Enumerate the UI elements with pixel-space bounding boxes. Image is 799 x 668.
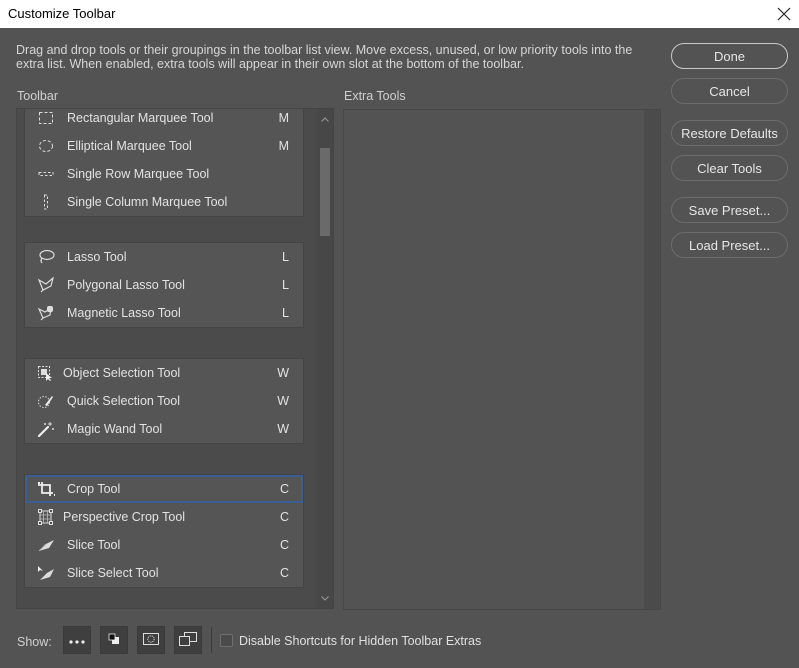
disable-shortcuts-label[interactable]: Disable Shortcuts for Hidden Toolbar Ext…: [239, 634, 481, 648]
tool-name: Single Column Marquee Tool: [67, 195, 228, 209]
tool-row-slice-select[interactable]: Slice Select Tool C: [25, 559, 303, 587]
tool-group-lasso[interactable]: Lasso Tool L Polygonal Lasso Tool L Magn…: [24, 242, 304, 328]
tool-row-lasso[interactable]: Lasso Tool L: [25, 243, 303, 271]
tool-shortcut: C: [279, 510, 289, 524]
toolbar-list[interactable]: Rectangular Marquee Tool M Elliptical Ma…: [16, 108, 334, 609]
perspective-crop-icon: [37, 509, 55, 525]
slice-icon: [37, 537, 55, 553]
tool-row-magic-wand[interactable]: Magic Wand Tool W: [25, 415, 303, 443]
tool-name: Polygonal Lasso Tool: [67, 278, 185, 292]
tool-name: Slice Tool: [67, 538, 121, 552]
tool-row-polygonal-lasso[interactable]: Polygonal Lasso Tool L: [25, 271, 303, 299]
tool-row-single-column-marquee[interactable]: Single Column Marquee Tool: [25, 188, 303, 216]
tool-name: Quick Selection Tool: [67, 394, 181, 408]
tool-row-quick-selection[interactable]: Quick Selection Tool W: [25, 387, 303, 415]
tool-shortcut: M: [278, 139, 289, 153]
tool-shortcut: W: [277, 394, 289, 408]
tool-name: Object Selection Tool: [63, 366, 181, 380]
tool-shortcut: W: [277, 366, 289, 380]
tool-row-magnetic-lasso[interactable]: Magnetic Lasso Tool L: [25, 299, 303, 327]
crop-icon: [37, 481, 55, 497]
toolbar-list-label: Toolbar: [17, 89, 58, 103]
toolbar-list-content: Rectangular Marquee Tool M Elliptical Ma…: [17, 109, 317, 608]
tool-name: Slice Select Tool: [67, 566, 159, 580]
screen-mode-icon: [179, 631, 197, 649]
disable-shortcuts-checkbox[interactable]: [220, 634, 233, 647]
clear-tools-button[interactable]: Clear Tools: [671, 155, 788, 181]
single-column-marquee-icon: [37, 194, 55, 210]
tool-group-crop[interactable]: Crop Tool C Perspective Crop Tool C Slic…: [24, 474, 304, 588]
tool-name: Single Row Marquee Tool: [67, 167, 210, 181]
polygonal-lasso-icon: [37, 277, 55, 293]
magic-wand-icon: [37, 421, 55, 437]
tool-row-single-row-marquee[interactable]: Single Row Marquee Tool: [25, 160, 303, 188]
slice-select-icon: [37, 565, 55, 581]
tool-row-slice[interactable]: Slice Tool C: [25, 531, 303, 559]
restore-defaults-button[interactable]: Restore Defaults: [671, 120, 788, 146]
scroll-up-icon[interactable]: [317, 111, 333, 127]
lasso-icon: [37, 249, 55, 265]
tool-name: Crop Tool: [67, 482, 121, 496]
single-row-marquee-icon: [37, 166, 55, 182]
quick-mask-icon: [143, 632, 159, 648]
show-more-tools-button[interactable]: [63, 626, 91, 654]
window-title: Customize Toolbar: [8, 6, 116, 21]
save-preset-button[interactable]: Save Preset...: [671, 197, 788, 223]
foreground-background-color-icon: [108, 633, 120, 648]
footer-bar: Show: Disable Shortcuts for Hidden Toolb…: [0, 624, 799, 660]
load-preset-button[interactable]: Load Preset...: [671, 232, 788, 258]
tool-name: Perspective Crop Tool: [63, 510, 186, 524]
description-text: Drag and drop tools or their groupings i…: [16, 43, 633, 71]
done-button[interactable]: Done: [671, 43, 788, 69]
tool-shortcut: C: [279, 566, 289, 580]
scroll-thumb[interactable]: [320, 148, 330, 236]
tool-row-crop[interactable]: Crop Tool C: [25, 475, 303, 503]
quick-selection-icon: [37, 393, 55, 409]
extra-tools-label: Extra Tools: [344, 89, 406, 103]
show-screen-mode-button[interactable]: [174, 626, 202, 654]
title-bar: Customize Toolbar: [0, 0, 799, 28]
tool-row-object-selection[interactable]: Object Selection Tool W: [25, 359, 303, 387]
more-tools-icon: [69, 633, 85, 647]
footer-divider: [211, 627, 212, 653]
tool-name: Elliptical Marquee Tool: [67, 139, 192, 153]
close-icon[interactable]: [769, 0, 799, 28]
show-label: Show:: [17, 635, 52, 649]
tool-group-selection[interactable]: Object Selection Tool W Quick Selection …: [24, 358, 304, 444]
extra-tools-list[interactable]: [343, 109, 661, 610]
magnetic-lasso-icon: [37, 305, 55, 321]
object-selection-icon: [37, 365, 55, 381]
extra-tools-scrollbar[interactable]: [644, 110, 660, 609]
tool-group-marquee[interactable]: Rectangular Marquee Tool M Elliptical Ma…: [24, 109, 304, 217]
rectangular-marquee-icon: [37, 110, 55, 126]
tool-shortcut: C: [279, 482, 289, 496]
show-quick-mask-button[interactable]: [137, 626, 165, 654]
tool-shortcut: L: [282, 278, 289, 292]
tool-name: Lasso Tool: [67, 250, 127, 264]
tool-name: Magnetic Lasso Tool: [67, 306, 181, 320]
cancel-button[interactable]: Cancel: [671, 78, 788, 104]
tool-shortcut: W: [277, 422, 289, 436]
tool-shortcut: L: [282, 306, 289, 320]
tool-shortcut: L: [282, 250, 289, 264]
dialog-body: Drag and drop tools or their groupings i…: [0, 28, 799, 668]
tool-name: Magic Wand Tool: [67, 422, 163, 436]
tool-shortcut: M: [278, 111, 289, 125]
show-color-button[interactable]: [100, 626, 128, 654]
tool-row-perspective-crop[interactable]: Perspective Crop Tool C: [25, 503, 303, 531]
tool-name: Rectangular Marquee Tool: [67, 111, 214, 125]
tool-shortcut: C: [279, 538, 289, 552]
scroll-down-icon[interactable]: [317, 590, 333, 606]
tool-row-rectangular-marquee[interactable]: Rectangular Marquee Tool M: [25, 109, 303, 132]
toolbar-list-scrollbar[interactable]: [317, 109, 333, 608]
tool-row-elliptical-marquee[interactable]: Elliptical Marquee Tool M: [25, 132, 303, 160]
elliptical-marquee-icon: [37, 138, 55, 154]
